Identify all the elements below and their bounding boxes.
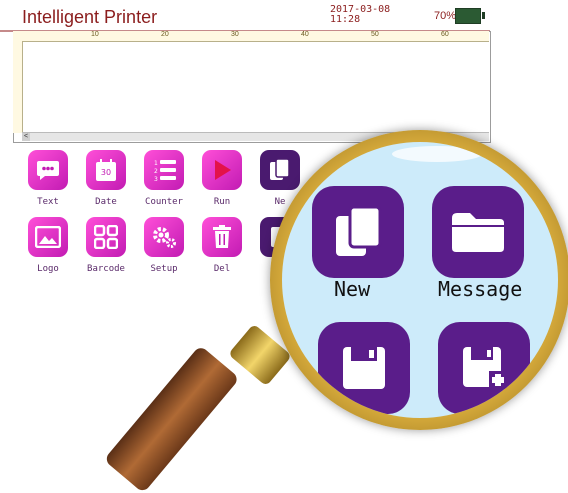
magnified-new-label: New (334, 277, 371, 301)
speech-bubble-icon (37, 161, 59, 180)
image-icon (35, 226, 61, 248)
new-button[interactable] (260, 150, 300, 190)
svg-text:3: 3 (154, 176, 158, 182)
folder-icon (452, 213, 504, 252)
battery-tip-icon (482, 12, 485, 19)
ruler-mark: 30 (231, 31, 239, 38)
time-text: 11:28 (330, 14, 361, 25)
logo-label: Logo (37, 264, 59, 274)
run-label: Run (213, 197, 231, 207)
svg-text:2: 2 (154, 168, 158, 175)
magnified-save-button[interactable] (318, 322, 410, 414)
setup-label: Setup (150, 264, 178, 274)
new-document-icon (336, 205, 382, 256)
new-document-icon (270, 158, 290, 180)
date-label: Date (95, 197, 117, 207)
svg-text:1: 1 (154, 160, 158, 167)
magnified-save-as-button[interactable] (438, 322, 530, 414)
magnifier-handle (103, 345, 240, 493)
magnifier-lens: New Message (282, 142, 558, 418)
battery-icon (455, 8, 481, 24)
scroll-left-button[interactable]: < (22, 133, 30, 141)
vertical-ruler (13, 41, 23, 133)
magnified-message-button[interactable] (432, 186, 524, 278)
svg-text:30: 30 (101, 168, 111, 177)
counter-button[interactable]: 123 (144, 150, 184, 190)
text-label: Text (37, 197, 59, 207)
lens-glare (392, 146, 482, 162)
trash-icon (213, 225, 231, 248)
delete-button[interactable] (202, 217, 242, 257)
barcode-label: Barcode (87, 264, 125, 274)
delete-label: Del (213, 264, 231, 274)
save-icon (343, 347, 385, 389)
gears-icon (153, 227, 176, 248)
horizontal-ruler: 10 20 30 40 50 60 (13, 31, 489, 42)
message-editor-canvas[interactable] (13, 31, 491, 143)
save-as-icon (463, 347, 507, 389)
magnified-message-label: Message (438, 277, 523, 301)
ruler-mark: 20 (161, 31, 169, 38)
counter-label: Counter (145, 197, 183, 207)
setup-button[interactable] (144, 217, 184, 257)
grid-icon (94, 225, 118, 249)
date-button[interactable]: 30 (86, 150, 126, 190)
app-title: Intelligent Printer (22, 7, 158, 27)
calendar-icon: 30 (96, 159, 116, 181)
datetime-display: 2017-03-08 11:28 (330, 5, 390, 25)
numbered-list-icon: 123 (154, 160, 176, 182)
magnified-new-button[interactable] (312, 186, 404, 278)
run-button[interactable] (202, 150, 242, 190)
ruler-mark: 60 (441, 31, 449, 38)
ruler-mark: 10 (91, 31, 99, 38)
play-icon (215, 160, 231, 180)
ruler-mark: 50 (371, 31, 379, 38)
barcode-button[interactable] (86, 217, 126, 257)
title-bar: Intelligent Printer 2017-03-08 11:28 70% (0, 0, 490, 32)
ruler-mark: 40 (301, 31, 309, 38)
logo-button[interactable] (28, 217, 68, 257)
battery-percent: 70% (434, 10, 457, 22)
text-button[interactable] (28, 150, 68, 190)
